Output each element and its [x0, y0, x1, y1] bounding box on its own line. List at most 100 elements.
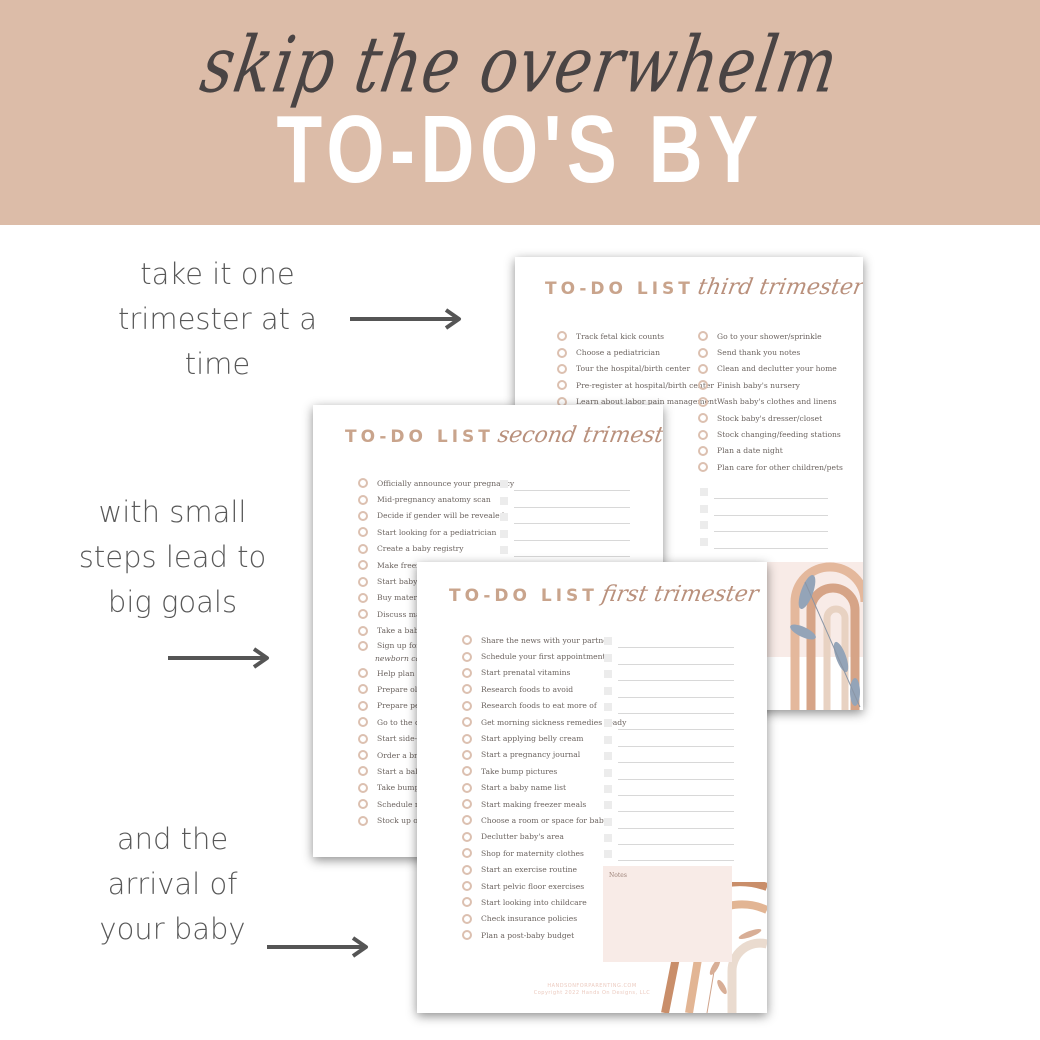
- square-checkbox-icon[interactable]: [604, 817, 612, 826]
- square-checkbox-icon[interactable]: [604, 850, 612, 859]
- blank-line[interactable]: [500, 508, 630, 525]
- circle-bullet-icon: [358, 560, 368, 571]
- square-checkbox-icon[interactable]: [604, 834, 612, 843]
- list-item: Mid-pregnancy anatomy scan: [358, 491, 514, 507]
- square-checkbox-icon[interactable]: [500, 480, 508, 489]
- square-checkbox-icon[interactable]: [604, 686, 612, 695]
- square-checkbox-icon[interactable]: [604, 784, 612, 793]
- blank-line[interactable]: [604, 747, 734, 764]
- right-arrow-icon: [168, 647, 269, 669]
- sheet-heading: TO-DO LISTfirst trimester: [449, 582, 761, 607]
- list-item: Start applying belly cream: [462, 730, 626, 746]
- blank-line[interactable]: [500, 541, 630, 557]
- square-checkbox-icon[interactable]: [604, 670, 612, 679]
- circle-bullet-icon: [462, 831, 472, 842]
- circle-bullet-icon: [698, 413, 708, 424]
- square-checkbox-icon[interactable]: [500, 513, 508, 522]
- circle-bullet-icon: [462, 717, 472, 728]
- second-blank-lines: [500, 475, 630, 557]
- list-item: Create a baby registry: [358, 541, 514, 557]
- square-checkbox-icon[interactable]: [500, 545, 508, 554]
- list-item: Pre-register at hospital/birth center: [557, 377, 717, 393]
- circle-bullet-icon: [462, 651, 472, 662]
- list-item: Take bump pictures: [462, 763, 626, 779]
- blank-line[interactable]: [604, 796, 734, 813]
- circle-bullet-icon: [462, 864, 472, 875]
- list-item: Start making freezer meals: [462, 796, 626, 812]
- trimester-subtitle: third trimester: [695, 275, 863, 300]
- circle-bullet-icon: [462, 815, 472, 826]
- blank-line[interactable]: [500, 491, 630, 508]
- list-item: Clean and declutter your home: [698, 361, 843, 377]
- square-checkbox-icon[interactable]: [700, 521, 708, 530]
- circle-bullet-icon: [358, 527, 368, 538]
- circle-bullet-icon: [698, 363, 708, 374]
- circle-bullet-icon: [358, 815, 368, 826]
- circle-bullet-icon: [462, 766, 472, 777]
- notes-box[interactable]: Notes: [603, 866, 732, 962]
- circle-bullet-icon: [462, 897, 472, 908]
- circle-bullet-icon: [698, 462, 708, 473]
- circle-bullet-icon: [698, 396, 708, 407]
- notes-label: Notes: [609, 872, 627, 879]
- blank-line[interactable]: [604, 714, 734, 731]
- square-checkbox-icon[interactable]: [700, 504, 708, 513]
- circle-bullet-icon: [358, 700, 368, 711]
- list-item: Start a pregnancy journal: [462, 747, 626, 763]
- list-item: Finish baby's nursery: [698, 377, 843, 393]
- blank-line[interactable]: [604, 845, 734, 862]
- blank-line[interactable]: [604, 763, 734, 780]
- square-checkbox-icon[interactable]: [604, 752, 612, 761]
- circle-bullet-icon: [462, 700, 472, 711]
- circle-bullet-icon: [557, 347, 567, 358]
- blank-line[interactable]: [700, 499, 828, 516]
- list-item: Schedule your first appointment: [462, 648, 626, 664]
- blank-line[interactable]: [604, 698, 734, 714]
- blank-line[interactable]: [604, 648, 734, 665]
- square-checkbox-icon[interactable]: [700, 537, 708, 546]
- circle-bullet-icon: [358, 766, 368, 777]
- caption-line: with small: [98, 495, 247, 529]
- circle-bullet-icon: [358, 717, 368, 728]
- square-checkbox-icon[interactable]: [604, 801, 612, 810]
- list-item: Track fetal kick counts: [557, 328, 717, 344]
- blank-line[interactable]: [604, 829, 734, 846]
- blank-line[interactable]: [604, 632, 734, 649]
- circle-bullet-icon: [358, 510, 368, 521]
- sheet-footer: HANDSONFORPARENTING.COM Copyright 2022 H…: [512, 983, 672, 997]
- square-checkbox-icon[interactable]: [604, 719, 612, 728]
- circle-bullet-icon: [358, 750, 368, 761]
- square-checkbox-icon[interactable]: [604, 637, 612, 646]
- circle-bullet-icon: [358, 576, 368, 587]
- trimester-subtitle: first trimester: [599, 582, 761, 607]
- blank-line[interactable]: [500, 475, 630, 492]
- rainbow-arch-illustration: [790, 562, 863, 710]
- square-checkbox-icon[interactable]: [500, 496, 508, 505]
- square-checkbox-icon[interactable]: [604, 653, 612, 662]
- list-item: Shop for maternity clothes: [462, 845, 626, 861]
- blank-line[interactable]: [604, 780, 734, 796]
- square-checkbox-icon[interactable]: [500, 529, 508, 538]
- blank-line[interactable]: [604, 681, 734, 698]
- list-item: Go to your shower/sprinkle: [698, 328, 843, 344]
- square-checkbox-icon[interactable]: [604, 735, 612, 744]
- blank-line[interactable]: [700, 516, 828, 533]
- circle-bullet-icon: [358, 625, 368, 636]
- list-item: Start an exercise routine: [462, 861, 626, 877]
- square-checkbox-icon[interactable]: [604, 702, 612, 711]
- circle-bullet-icon: [462, 930, 472, 941]
- blank-line[interactable]: [500, 524, 630, 541]
- list-item: Start looking for a pediatrician: [358, 524, 514, 540]
- square-checkbox-icon[interactable]: [700, 488, 708, 497]
- blank-line[interactable]: [700, 483, 828, 500]
- blank-line[interactable]: [604, 812, 734, 829]
- list-item: Officially announce your pregnancy: [358, 475, 514, 491]
- square-checkbox-icon[interactable]: [604, 768, 612, 777]
- sheet-heading: TO-DO LISTsecond trimester: [345, 423, 663, 448]
- circle-bullet-icon: [462, 799, 472, 810]
- blank-line[interactable]: [604, 665, 734, 682]
- blank-line[interactable]: [604, 730, 734, 747]
- todo-label: TO-DO LIST: [545, 279, 694, 299]
- caption-line: steps lead to: [78, 540, 267, 574]
- list-item: Choose a pediatrician: [557, 344, 717, 360]
